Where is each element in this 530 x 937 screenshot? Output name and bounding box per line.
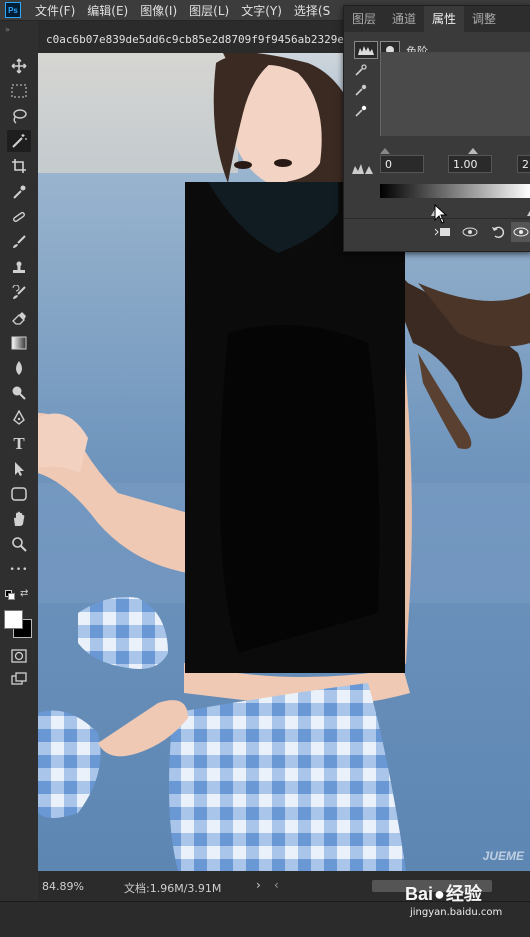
foreground-color-swatch[interactable] bbox=[4, 610, 23, 629]
zoom-icon[interactable] bbox=[7, 533, 31, 555]
document-info: 文档:1.96M/3.91M bbox=[124, 882, 222, 895]
screen-mode-icon[interactable] bbox=[7, 668, 31, 690]
reset-icon[interactable] bbox=[487, 222, 509, 242]
histogram bbox=[380, 52, 530, 136]
clip-to-layer-icon[interactable] bbox=[432, 222, 454, 242]
type-icon[interactable]: T bbox=[7, 433, 31, 455]
tab-layers[interactable]: 图层 bbox=[344, 6, 384, 32]
shape-icon[interactable] bbox=[7, 483, 31, 505]
zoom-level[interactable]: 84.89% bbox=[42, 880, 84, 893]
brush-icon[interactable] bbox=[7, 231, 31, 253]
eyedropper-white-icon[interactable] bbox=[354, 103, 370, 117]
move-icon[interactable] bbox=[7, 55, 31, 77]
menu-select[interactable]: 选择(S bbox=[288, 2, 336, 19]
input-slider-track[interactable] bbox=[380, 139, 530, 154]
document-tab[interactable]: c0ac6b07e839de5dd6c9cb85e2d8709f9f9456ab… bbox=[46, 21, 344, 53]
gradient-icon[interactable] bbox=[7, 332, 31, 354]
menu-layer[interactable]: 图层(L) bbox=[183, 2, 235, 19]
more-icon[interactable]: ••• bbox=[7, 559, 31, 581]
panel-tabs: 图层 通道 属性 调整 bbox=[344, 6, 530, 32]
paw-icon: ● bbox=[434, 884, 445, 904]
input-white-field[interactable]: 2 bbox=[517, 155, 530, 173]
panel-divider bbox=[344, 218, 530, 219]
blur-icon[interactable] bbox=[7, 357, 31, 379]
dodge-icon[interactable] bbox=[7, 382, 31, 404]
swap-colors-icon[interactable]: ⇄ bbox=[20, 588, 28, 599]
pen-icon[interactable] bbox=[7, 407, 31, 429]
default-colors-icon[interactable] bbox=[5, 590, 15, 600]
crop-icon[interactable] bbox=[7, 155, 31, 177]
history-brush-icon[interactable] bbox=[7, 282, 31, 304]
input-gamma-field[interactable]: 1.00 bbox=[448, 155, 492, 173]
baidu-brand-2: 经验 bbox=[445, 884, 482, 904]
quick-mask-icon[interactable] bbox=[7, 645, 31, 667]
lasso-icon[interactable] bbox=[7, 105, 31, 127]
scroll-left-arrow[interactable]: ‹ bbox=[274, 878, 279, 892]
levels-icon bbox=[354, 41, 378, 59]
stamp-icon[interactable] bbox=[7, 257, 31, 279]
input-black-field[interactable]: 0 bbox=[380, 155, 424, 173]
photoshop-logo: Ps bbox=[5, 2, 21, 18]
eyedropper-icon[interactable] bbox=[7, 181, 31, 203]
menu-type[interactable]: 文字(Y) bbox=[235, 2, 288, 19]
photo-watermark: JUEME bbox=[482, 849, 524, 863]
tab-properties[interactable]: 属性 bbox=[424, 6, 465, 32]
output-slider[interactable] bbox=[380, 201, 530, 216]
menu-file[interactable]: 文件(F) bbox=[29, 2, 81, 19]
eyedropper-black-icon[interactable] bbox=[354, 62, 370, 76]
collapse-icon[interactable]: » bbox=[5, 25, 10, 34]
visibility-eye-icon[interactable] bbox=[511, 222, 530, 242]
view-previous-icon[interactable] bbox=[459, 222, 481, 242]
path-select-icon[interactable] bbox=[7, 458, 31, 480]
healing-icon[interactable] bbox=[7, 206, 31, 228]
hand-icon[interactable] bbox=[7, 508, 31, 530]
status-menu-arrow[interactable]: › bbox=[256, 878, 261, 892]
tab-channels[interactable]: 通道 bbox=[384, 6, 424, 32]
eyedropper-gray-icon[interactable] bbox=[354, 82, 370, 96]
auto-levels-icon[interactable] bbox=[352, 159, 374, 174]
tab-adjustments[interactable]: 调整 bbox=[464, 6, 504, 32]
baidu-url: jingyan.baidu.com bbox=[410, 907, 503, 918]
baidu-logo: Bai●经验 bbox=[405, 880, 482, 906]
eraser-icon[interactable] bbox=[7, 307, 31, 329]
bottom-area: Bai●经验 jingyan.baidu.com bbox=[0, 884, 530, 937]
output-gradient-bar bbox=[380, 184, 530, 198]
properties-panel: 图层 通道 属性 调整 色阶 0 1.00 2 bbox=[343, 5, 530, 252]
mouse-cursor-icon bbox=[434, 203, 448, 224]
marquee-icon[interactable] bbox=[7, 80, 31, 102]
tools-panel: » T ••• ⇄ bbox=[0, 21, 39, 901]
magic-wand-icon[interactable] bbox=[7, 130, 31, 152]
baidu-brand: Bai bbox=[405, 884, 434, 904]
menu-image[interactable]: 图像(I) bbox=[134, 2, 183, 19]
menu-edit[interactable]: 编辑(E) bbox=[81, 2, 134, 19]
